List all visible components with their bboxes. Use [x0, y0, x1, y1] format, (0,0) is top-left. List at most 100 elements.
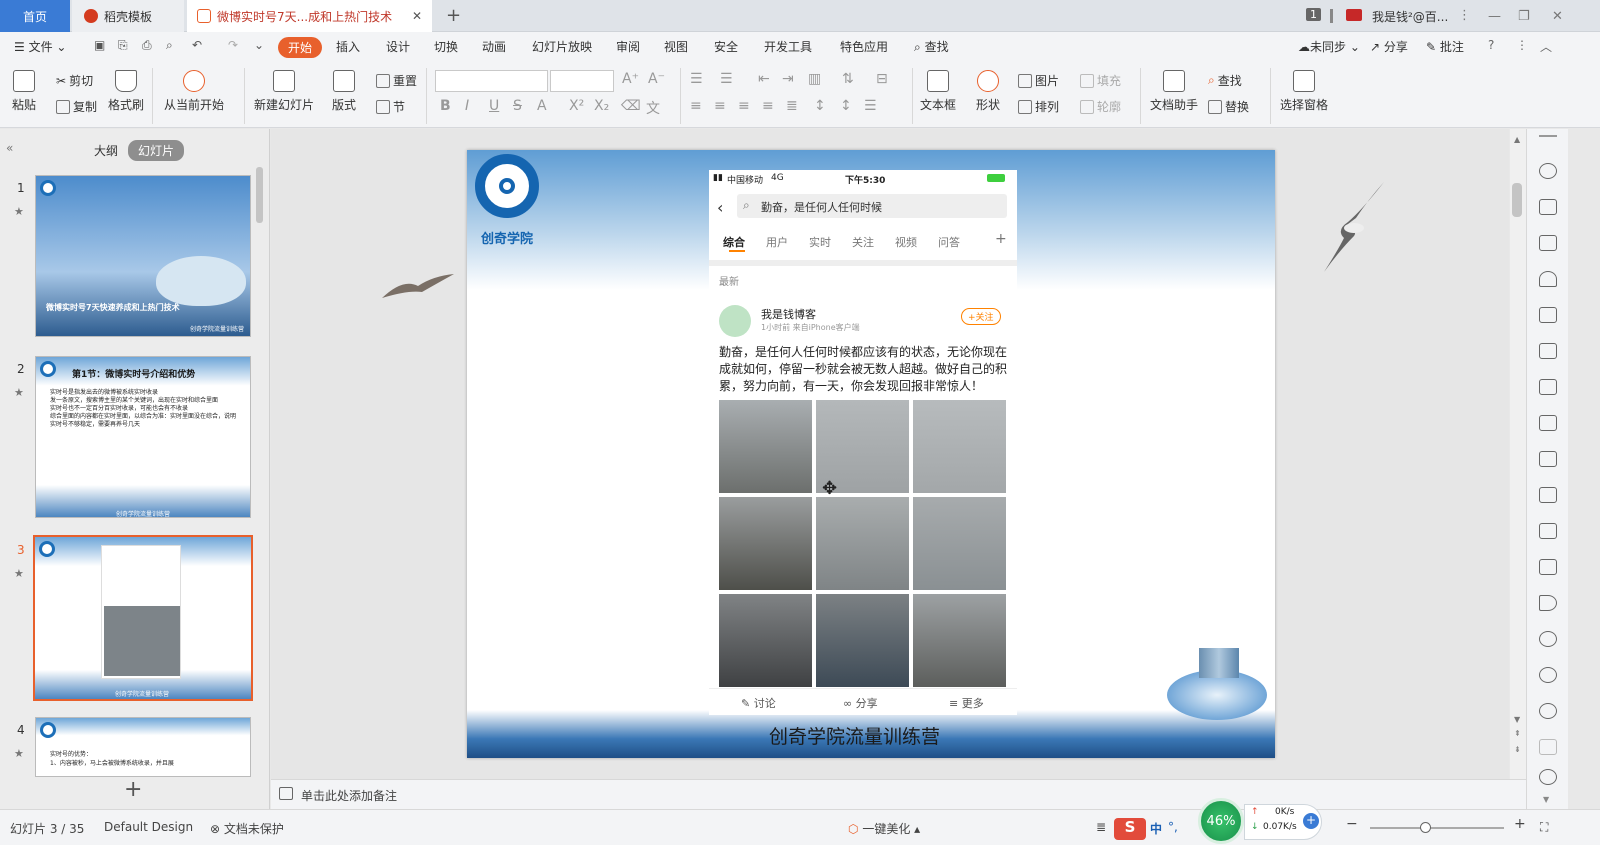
- format-painter-button[interactable]: 格式刷: [108, 70, 144, 113]
- archive-icon[interactable]: [1539, 523, 1557, 539]
- next-slide-icon[interactable]: ⇟: [1514, 745, 1521, 754]
- menu-dots-icon[interactable]: ⋮: [1458, 8, 1471, 23]
- new-slide-button[interactable]: 新建幻灯片: [254, 70, 314, 113]
- paragraph-spacing-icon[interactable]: ↕: [840, 98, 852, 114]
- star-icon[interactable]: [1539, 163, 1557, 179]
- decrease-indent-icon[interactable]: ⇤: [758, 71, 770, 87]
- cut-button[interactable]: ✂ 剪切: [56, 72, 93, 89]
- slide-thumbnail-1[interactable]: 微博实时号7天快速养成和上热门技术 创奇学院流量训练营: [35, 175, 251, 337]
- help-icon[interactable]: ?: [1488, 38, 1494, 52]
- restore-icon[interactable]: ❐: [1518, 0, 1530, 32]
- layout-button[interactable]: 版式: [332, 70, 356, 113]
- increase-font-icon[interactable]: A⁺: [622, 71, 639, 87]
- copy-button[interactable]: 复制: [56, 98, 97, 115]
- tab-template[interactable]: 稻壳模板: [72, 0, 184, 32]
- decrease-font-icon[interactable]: A⁻: [648, 71, 665, 87]
- close-window-icon[interactable]: ✕: [1552, 0, 1563, 32]
- increase-indent-icon[interactable]: ⇥: [782, 71, 794, 87]
- slide-thumbnail-2[interactable]: 第1节：微博实时号介绍和优势 实时号是指发出去的微博被系统实时收录 发一条原文，…: [35, 356, 251, 518]
- sync-status[interactable]: ☁未同步 ⌄: [1298, 38, 1360, 55]
- outline-button[interactable]: 轮廓: [1080, 98, 1121, 115]
- clear-format-icon[interactable]: ⌫: [621, 98, 641, 114]
- tab-features[interactable]: 特色应用: [840, 38, 888, 55]
- numbered-list-icon[interactable]: ☰: [720, 71, 733, 87]
- fill-icon[interactable]: [1539, 271, 1557, 287]
- collapse-panel-icon[interactable]: «: [6, 141, 13, 155]
- print-icon[interactable]: ⎙: [142, 38, 152, 53]
- bullet-list-icon[interactable]: ☰: [690, 71, 703, 87]
- window-count-badge[interactable]: 1: [1306, 8, 1321, 21]
- notes-toggle-icon[interactable]: ≣: [1096, 820, 1106, 834]
- table-icon[interactable]: [1539, 307, 1557, 323]
- add-slide-icon[interactable]: +: [124, 777, 142, 802]
- underline-icon[interactable]: U: [489, 98, 499, 114]
- scroll-down-icon[interactable]: ▼: [1514, 715, 1520, 724]
- tab-transition[interactable]: 切换: [434, 38, 458, 55]
- fill-button[interactable]: 填充: [1080, 72, 1121, 89]
- settings-icon[interactable]: [1539, 415, 1557, 431]
- collapse-ribbon-icon[interactable]: ︿: [1540, 38, 1552, 55]
- bold-icon[interactable]: B: [440, 98, 451, 114]
- selection-pane-button[interactable]: 选择窗格: [1280, 70, 1328, 113]
- align-center-icon[interactable]: ≡: [714, 98, 726, 114]
- tab-start[interactable]: 开始: [278, 37, 323, 58]
- shape-button[interactable]: 形状: [976, 70, 1000, 113]
- section-button[interactable]: 节: [376, 98, 405, 115]
- tab-insert[interactable]: 插入: [336, 38, 360, 55]
- beautify-button[interactable]: ⬡ 一键美化 ▴: [848, 820, 920, 837]
- export-icon[interactable]: ⎘: [118, 38, 128, 53]
- font-size-select[interactable]: [550, 70, 614, 92]
- scroll-thumb[interactable]: [1512, 183, 1522, 217]
- avatar[interactable]: [1346, 9, 1362, 21]
- notes-pane[interactable]: 单击此处添加备注: [271, 779, 1526, 809]
- theme-name[interactable]: Default Design: [104, 820, 193, 834]
- shield-icon[interactable]: [1539, 631, 1557, 647]
- tab-developer[interactable]: 开发工具: [764, 38, 812, 55]
- zoom-slider-thumb[interactable]: [1420, 822, 1431, 833]
- align-right-icon[interactable]: ≡: [738, 98, 750, 114]
- distribute-icon[interactable]: ≣: [786, 98, 798, 114]
- tab-design[interactable]: 设计: [386, 38, 410, 55]
- tab-view[interactable]: 视图: [664, 38, 688, 55]
- chart-icon[interactable]: [1539, 379, 1557, 395]
- network-speed-widget[interactable]: ↑ 0K/s ↓ 0.07K/s +: [1244, 804, 1322, 840]
- strikethrough-icon[interactable]: S: [513, 98, 522, 114]
- reset-button[interactable]: 重置: [376, 72, 417, 89]
- paragraph-icon[interactable]: ☰: [864, 98, 877, 114]
- replace-button[interactable]: 替换: [1208, 98, 1249, 115]
- export-icon[interactable]: [1539, 487, 1557, 503]
- help-icon[interactable]: [1539, 703, 1557, 719]
- current-slide[interactable]: 创奇学院 创奇学院流量训练营 ▮▮ 中国移动 4G 下午5:30 ‹ ⌕ 勤奋，…: [467, 150, 1275, 758]
- history-icon[interactable]: [1539, 667, 1557, 683]
- find-button[interactable]: ⌕ 查找: [1208, 72, 1242, 89]
- slide-thumbnail-4[interactable]: 实时号的优势： 1、内容被秒，马上会被微博系统收录，并且展: [35, 717, 251, 777]
- superscript-icon[interactable]: X²: [569, 98, 584, 114]
- tab-animation[interactable]: 动画: [482, 38, 506, 55]
- new-tab-icon[interactable]: +: [446, 5, 461, 26]
- slide-layout-icon[interactable]: [1539, 199, 1557, 215]
- align-left-icon[interactable]: ≡: [690, 98, 702, 114]
- align-text-icon[interactable]: ⊟: [876, 71, 888, 87]
- undo-icon[interactable]: ↶: [192, 38, 202, 52]
- tab-home[interactable]: 首页: [0, 0, 70, 32]
- picture-button[interactable]: 图片: [1018, 72, 1059, 89]
- cube-icon[interactable]: [1539, 739, 1557, 755]
- image-icon[interactable]: [1539, 559, 1557, 575]
- paste-button[interactable]: 粘贴: [12, 70, 36, 113]
- tab-security[interactable]: 安全: [714, 38, 738, 55]
- phonetic-icon[interactable]: 文: [646, 98, 660, 118]
- line-spacing-icon[interactable]: ↕: [814, 98, 826, 114]
- prev-slide-icon[interactable]: ⇞: [1514, 729, 1521, 738]
- justify-icon[interactable]: ≡: [762, 98, 774, 114]
- notes-placeholder[interactable]: 单击此处添加备注: [301, 787, 397, 804]
- doc-helper-button[interactable]: 文档助手: [1150, 70, 1198, 113]
- location-icon[interactable]: [1539, 769, 1557, 785]
- canvas-scrollbar[interactable]: ▲ ▼ ⇞ ⇟: [1510, 129, 1526, 779]
- font-family-select[interactable]: [435, 70, 548, 92]
- protection-status[interactable]: ⊗ 文档未保护: [210, 820, 284, 837]
- minimize-icon[interactable]: —: [1488, 0, 1501, 32]
- sogou-ime-icon[interactable]: S: [1114, 818, 1146, 840]
- plus-icon[interactable]: +: [1303, 813, 1319, 829]
- arrange-button[interactable]: 排列: [1018, 98, 1059, 115]
- more-icon[interactable]: ⋮: [1516, 38, 1528, 52]
